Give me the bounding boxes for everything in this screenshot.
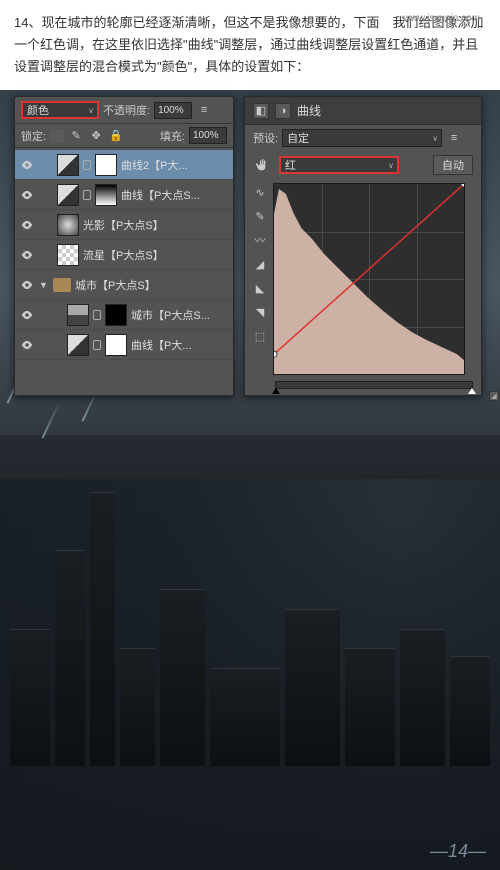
layer-row[interactable]: 光影【P大点S】 bbox=[15, 210, 233, 240]
eyedropper-white-icon[interactable]: ◥ bbox=[251, 303, 269, 321]
layer-name[interactable]: 光影【P大点S】 bbox=[83, 217, 229, 233]
preset-label: 预设: bbox=[253, 130, 278, 146]
lock-move-icon[interactable]: ✥ bbox=[88, 128, 104, 144]
visibility-icon[interactable] bbox=[19, 337, 35, 353]
adjustment-thumb[interactable] bbox=[57, 184, 79, 206]
output-slider[interactable] bbox=[275, 381, 473, 389]
link-icon[interactable] bbox=[83, 160, 91, 170]
masks-tab-icon[interactable]: ◑ bbox=[275, 103, 291, 119]
layer-list: 曲线2【P大... 曲线【P大点S... 光影【P大点S】 流星【P大 bbox=[15, 148, 233, 362]
adjustment-thumb[interactable] bbox=[67, 334, 89, 356]
layer-name[interactable]: 曲线【P大... bbox=[131, 337, 229, 353]
layers-panel: 颜色 不透明度: 100% ≡ 锁定: ✎ ✥ 🔒 填充: 100% 曲线2【P… bbox=[14, 96, 234, 396]
layer-row[interactable]: 城市【P大点S... bbox=[15, 300, 233, 330]
layer-thumb[interactable] bbox=[67, 304, 89, 326]
watermark-text: www.jsyunjn.com bbox=[403, 13, 480, 24]
lock-brush-icon[interactable]: ✎ bbox=[68, 128, 84, 144]
pencil-tool-icon[interactable]: ✎ bbox=[251, 207, 269, 225]
lock-all-icon[interactable]: 🔒 bbox=[108, 128, 124, 144]
opacity-value[interactable]: 100% bbox=[154, 102, 192, 119]
page-number: —14— bbox=[430, 841, 486, 862]
channel-dropdown[interactable]: 红 bbox=[279, 156, 399, 174]
hand-target-icon[interactable] bbox=[253, 157, 273, 173]
layer-row[interactable]: 流星【P大点S】 bbox=[15, 240, 233, 270]
visibility-icon[interactable] bbox=[19, 157, 35, 173]
link-icon[interactable] bbox=[83, 190, 91, 200]
curve-point-tool-icon[interactable]: ∿ bbox=[251, 183, 269, 201]
link-icon[interactable] bbox=[93, 340, 101, 350]
panel-resize-icon[interactable]: ◢ bbox=[489, 391, 499, 401]
mask-thumb[interactable] bbox=[105, 304, 127, 326]
layer-name[interactable]: 城市【P大点S】 bbox=[75, 277, 229, 293]
preset-dropdown[interactable]: 自定 bbox=[282, 129, 442, 147]
mask-thumb[interactable] bbox=[95, 154, 117, 176]
layer-row[interactable]: 曲线2【P大... bbox=[15, 150, 233, 180]
adjustment-thumb[interactable] bbox=[57, 154, 79, 176]
link-icon[interactable] bbox=[93, 310, 101, 320]
panel-title: 曲线 bbox=[297, 102, 321, 119]
fill-value[interactable]: 100% bbox=[189, 127, 227, 144]
black-point-handle[interactable] bbox=[272, 388, 280, 394]
blend-mode-dropdown[interactable]: 颜色 bbox=[21, 101, 99, 119]
mask-thumb[interactable] bbox=[95, 184, 117, 206]
adjustment-tab-icon[interactable]: ◧ bbox=[253, 103, 269, 119]
clip-icon[interactable]: ⬚ bbox=[251, 327, 269, 345]
eyedropper-gray-icon[interactable]: ◣ bbox=[251, 279, 269, 297]
folder-icon[interactable] bbox=[53, 278, 71, 292]
visibility-icon[interactable] bbox=[19, 277, 35, 293]
smooth-tool-icon[interactable]: 〰 bbox=[251, 231, 269, 249]
curves-panel: ◧ ◑ 曲线 预设: 自定 ≡ 红 自动 ∿ ✎ 〰 ◢ ◣ ◥ ⬚ bbox=[244, 96, 482, 396]
layer-name[interactable]: 流星【P大点S】 bbox=[83, 247, 229, 263]
mask-thumb[interactable] bbox=[105, 334, 127, 356]
white-point-handle[interactable] bbox=[468, 388, 476, 394]
lock-transparent-icon[interactable] bbox=[50, 129, 64, 143]
panel-menu-icon[interactable]: ≡ bbox=[196, 102, 212, 118]
visibility-icon[interactable] bbox=[19, 307, 35, 323]
layer-name[interactable]: 城市【P大点S... bbox=[131, 307, 229, 323]
auto-button[interactable]: 自动 bbox=[433, 155, 473, 175]
lock-label: 锁定: bbox=[21, 128, 46, 144]
visibility-icon[interactable] bbox=[19, 187, 35, 203]
visibility-icon[interactable] bbox=[19, 247, 35, 263]
opacity-label: 不透明度: bbox=[103, 102, 150, 118]
curve-line[interactable] bbox=[274, 184, 464, 374]
visibility-icon[interactable] bbox=[19, 217, 35, 233]
layer-row[interactable]: 曲线【P大... bbox=[15, 330, 233, 360]
layer-thumb[interactable] bbox=[57, 214, 79, 236]
fill-label: 填充: bbox=[160, 128, 185, 144]
layer-name[interactable]: 曲线【P大点S... bbox=[121, 187, 229, 203]
layer-row[interactable]: ▼ 城市【P大点S】 bbox=[15, 270, 233, 300]
preset-menu-icon[interactable]: ≡ bbox=[446, 130, 462, 146]
expand-icon[interactable]: ▼ bbox=[39, 280, 49, 290]
layer-row[interactable]: 曲线【P大点S... bbox=[15, 180, 233, 210]
eyedropper-black-icon[interactable]: ◢ bbox=[251, 255, 269, 273]
curves-graph[interactable] bbox=[273, 183, 465, 375]
layer-thumb[interactable] bbox=[57, 244, 79, 266]
layer-name[interactable]: 曲线2【P大... bbox=[121, 157, 229, 173]
